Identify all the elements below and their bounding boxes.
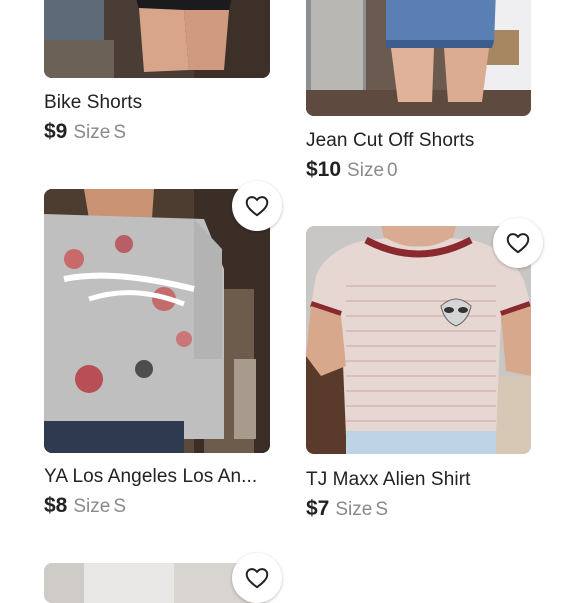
- listing-size: S: [113, 496, 127, 517]
- listing-price-line: $8 Size S: [44, 494, 126, 518]
- heart-outline-icon: [506, 233, 530, 254]
- listing-price-line: $9 Size S: [44, 120, 126, 144]
- listing-title[interactable]: Bike Shorts: [44, 92, 142, 114]
- listing-price: $8: [44, 494, 68, 517]
- listing-size: S: [113, 122, 127, 143]
- listing-price-line: $10 Size 0: [306, 158, 398, 182]
- listing-size: S: [375, 499, 389, 520]
- alien-shirt-photo[interactable]: [306, 226, 531, 454]
- bike-shorts-photo[interactable]: [44, 0, 270, 78]
- listing-title[interactable]: YA Los Angeles Los An...: [44, 466, 257, 488]
- listing-size-label: Size: [335, 499, 373, 520]
- like-button[interactable]: [493, 218, 543, 268]
- floral-sweatshirt-photo[interactable]: [44, 189, 270, 453]
- listing-title[interactable]: Jean Cut Off Shorts: [306, 130, 474, 152]
- listing-price: $10: [306, 158, 342, 181]
- listing-price: $9: [44, 120, 68, 143]
- listing-title[interactable]: TJ Maxx Alien Shirt: [306, 469, 471, 491]
- heart-outline-icon: [245, 568, 269, 589]
- listing-size: 0: [387, 160, 398, 181]
- listing-size-label: Size: [73, 496, 111, 517]
- listing-size-label: Size: [347, 160, 385, 181]
- listing-size-label: Size: [73, 122, 111, 143]
- heart-outline-icon: [245, 196, 269, 217]
- jean-shorts-photo[interactable]: [306, 0, 531, 116]
- like-button[interactable]: [232, 553, 282, 603]
- listing-price-line: $7 Size S: [306, 497, 388, 521]
- listing-price: $7: [306, 497, 330, 520]
- like-button[interactable]: [232, 181, 282, 231]
